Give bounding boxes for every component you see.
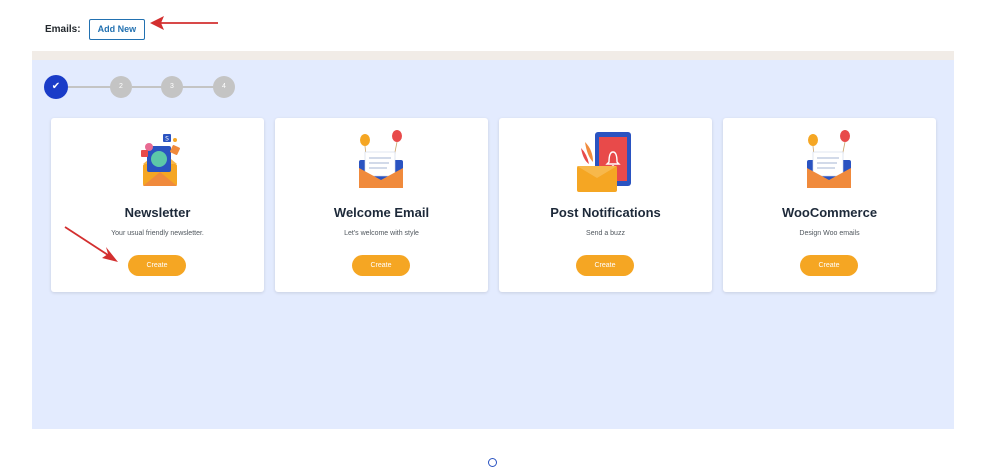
- card-description: Send a buzz: [586, 230, 625, 237]
- create-button[interactable]: Create: [800, 255, 858, 276]
- step-1-check-icon[interactable]: ✔: [44, 75, 68, 99]
- step-connector: [68, 86, 112, 88]
- card-title: Newsletter: [124, 205, 191, 220]
- woocommerce-envelope-icon: [807, 130, 851, 188]
- annotation-arrow-icon: [150, 16, 218, 30]
- template-card-post-notifications[interactable]: Post Notifications Send a buzz Create: [499, 118, 712, 292]
- scroll-indicator: [488, 458, 497, 467]
- add-new-button[interactable]: Add New: [88, 19, 146, 40]
- emails-header: Emails: Add New: [45, 19, 146, 40]
- template-card-newsletter[interactable]: S Newsletter Your usual friendly newslet…: [51, 118, 264, 292]
- step-4[interactable]: 4: [213, 76, 235, 98]
- template-panel: ✔ 2 3 4 S Newsletter Your usual friendly…: [32, 60, 954, 429]
- template-card-welcome-email[interactable]: Welcome Email Let's welcome with style C…: [275, 118, 488, 292]
- top-strip: [32, 51, 954, 60]
- card-title: Welcome Email: [333, 205, 430, 220]
- template-card-woocommerce[interactable]: WooCommerce Design Woo emails Create: [723, 118, 936, 292]
- annotation-arrow-icon: [64, 226, 118, 262]
- step-3[interactable]: 3: [161, 76, 183, 98]
- card-description: Let's welcome with style: [344, 230, 419, 237]
- card-title: WooCommerce: [781, 205, 878, 220]
- newsletter-icon: S: [141, 134, 180, 186]
- card-description: Design Woo emails: [799, 230, 860, 237]
- card-title: Post Notifications: [550, 205, 661, 220]
- notification-bell-icon: [577, 132, 631, 192]
- emails-label: Emails:: [45, 24, 81, 35]
- step-connector: [182, 86, 214, 88]
- create-button[interactable]: Create: [576, 255, 634, 276]
- svg-text:S: S: [165, 136, 169, 143]
- step-connector: [132, 86, 162, 88]
- step-2[interactable]: 2: [110, 76, 132, 98]
- create-button[interactable]: Create: [128, 255, 186, 276]
- welcome-envelope-icon: [359, 130, 403, 188]
- create-button[interactable]: Create: [352, 255, 410, 276]
